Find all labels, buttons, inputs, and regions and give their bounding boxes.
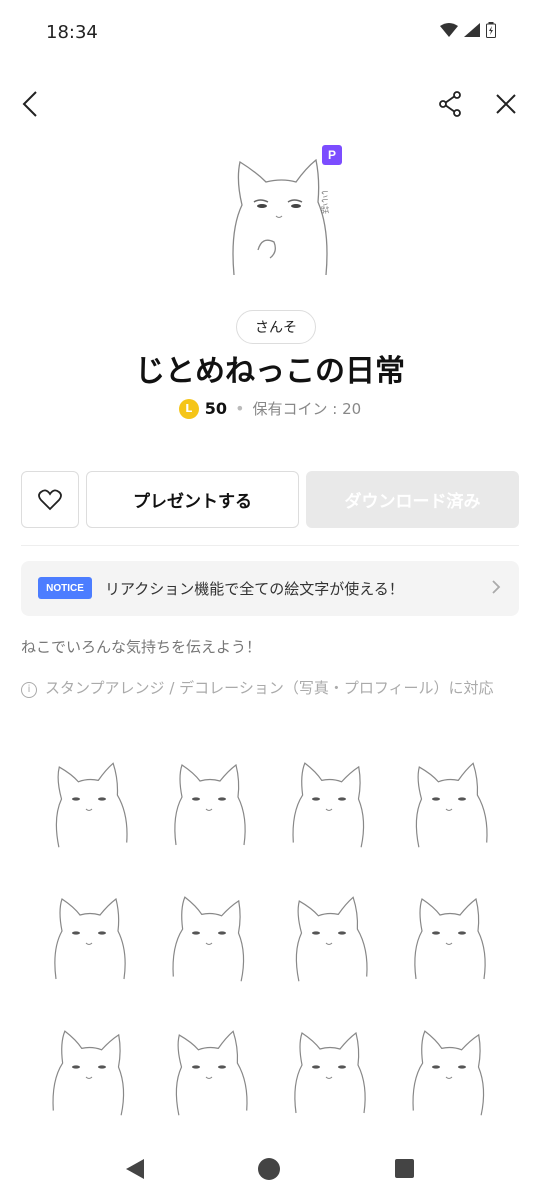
back-arrow-icon (22, 91, 37, 117)
sticker-item[interactable] (390, 872, 510, 1002)
cat-sticker-icon (412, 1030, 485, 1116)
favorite-button[interactable] (21, 471, 79, 528)
share-icon (439, 91, 461, 117)
cat-sticker-icon (415, 762, 488, 848)
arrange-info-text: スタンプアレンジ / デコレーション（写真・プロフィール）に対応 (45, 679, 494, 697)
sticker-item[interactable] (270, 738, 390, 868)
status-bar: 18:34 (0, 0, 540, 66)
price-separator: • (235, 399, 245, 418)
cat-sticker-icon (175, 1030, 248, 1116)
premium-badge: P (322, 145, 342, 165)
sticker-item[interactable] (150, 738, 270, 868)
wifi-icon (440, 23, 458, 37)
price-row: L 50 • 保有コイン : 20 (0, 398, 540, 419)
nav-recents-icon[interactable] (395, 1159, 414, 1178)
main-sticker-image: いい話 (232, 158, 330, 276)
coin-icon: L (178, 398, 199, 419)
cat-sticker-icon (295, 896, 368, 982)
nav-home-icon[interactable] (258, 1158, 280, 1180)
notice-tag: NOTICE (38, 577, 92, 599)
sticker-item[interactable] (270, 1006, 390, 1136)
cat-sticker-icon (414, 897, 486, 980)
arrange-info: i スタンプアレンジ / デコレーション（写真・プロフィール）に対応 (21, 677, 521, 699)
heart-icon (38, 489, 62, 510)
cat-sticker-icon (55, 762, 128, 848)
chevron-right-icon (492, 580, 501, 594)
sticker-item[interactable] (150, 872, 270, 1002)
sticker-item[interactable] (390, 738, 510, 868)
navigation-bar (0, 1140, 540, 1200)
pack-description: ねこでいろんな気持ちを伝えよう！ (21, 638, 262, 656)
sticker-item[interactable] (30, 738, 150, 868)
author-chip[interactable]: さんそ (236, 310, 316, 344)
sticker-item[interactable] (30, 872, 150, 1002)
action-row: プレゼントする ダウンロード済み (21, 471, 519, 528)
download-button[interactable]: ダウンロード済み (306, 471, 519, 528)
info-icon: i (21, 682, 37, 698)
sticker-item[interactable] (30, 1006, 150, 1136)
notice-text: リアクション機能で全ての絵文字が使える！ (105, 580, 404, 598)
owned-coins: 保有コイン : 20 (252, 400, 362, 418)
cat-sticker-icon (172, 896, 245, 982)
divider (21, 545, 519, 546)
top-bar (0, 76, 540, 132)
cat-sticker-icon (54, 897, 126, 980)
back-button[interactable] (10, 82, 50, 126)
notice-banner[interactable]: NOTICE リアクション機能で全ての絵文字が使える！ (21, 561, 519, 616)
close-icon (496, 94, 516, 114)
nav-back-icon[interactable] (124, 1158, 146, 1180)
status-icons (440, 22, 496, 38)
status-time: 18:34 (46, 22, 98, 43)
cat-sticker-icon (174, 763, 246, 846)
svg-text:いい話: いい話 (320, 190, 330, 214)
sticker-item[interactable] (390, 1006, 510, 1136)
price-value: 50 (204, 399, 228, 418)
signal-icon (464, 23, 480, 37)
cat-sticker-icon (52, 1030, 125, 1116)
pack-title: じとめねっこの日常 (135, 354, 405, 389)
sticker-grid (30, 738, 510, 1136)
battery-icon (486, 22, 496, 38)
share-button[interactable] (430, 82, 470, 126)
cat-sticker-icon (294, 1031, 366, 1114)
sticker-item[interactable] (270, 872, 390, 1002)
sticker-item[interactable] (150, 1006, 270, 1136)
close-button[interactable] (486, 82, 526, 126)
gift-button[interactable]: プレゼントする (86, 471, 299, 528)
cat-sticker-icon (292, 762, 365, 848)
